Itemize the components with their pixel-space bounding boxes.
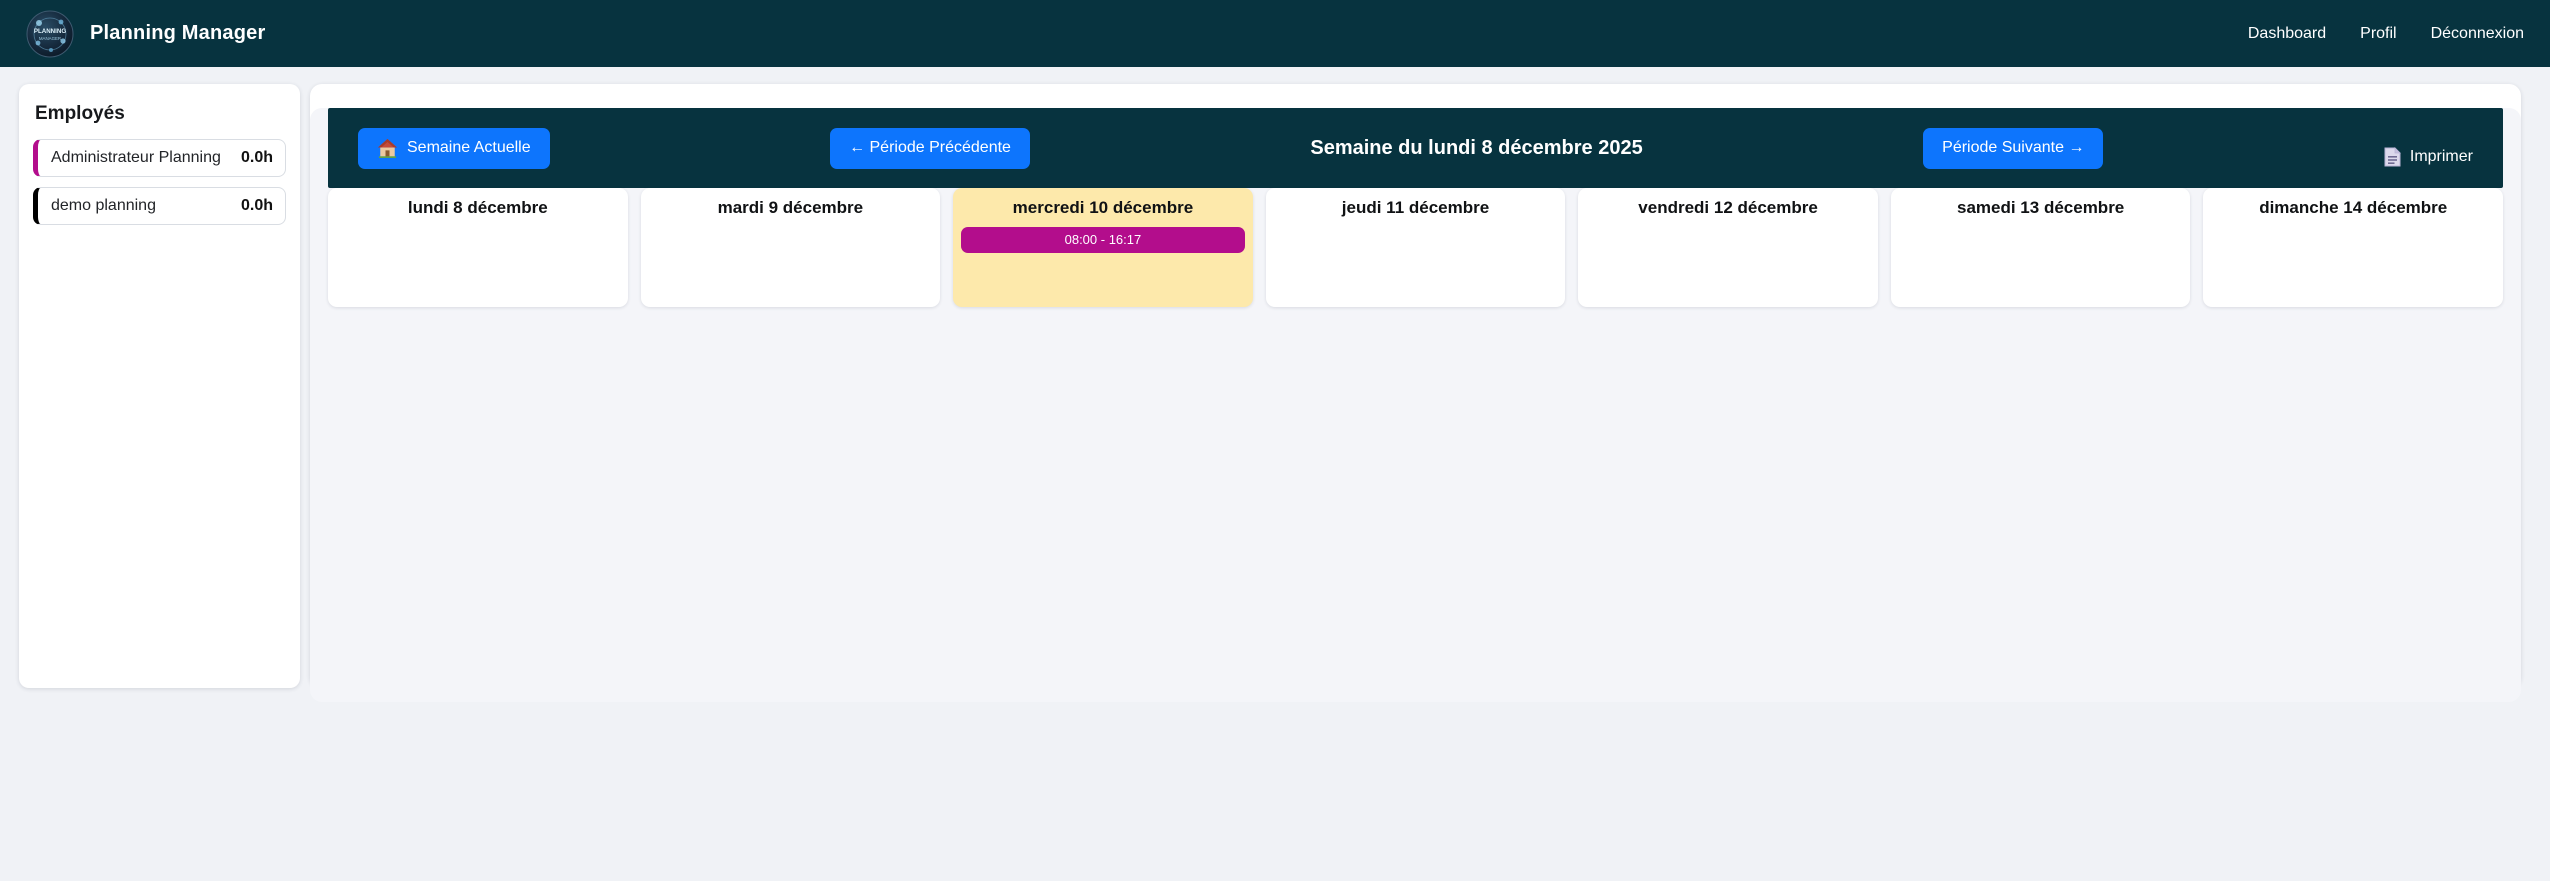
employee-item-administrateur-planning[interactable]: Administrateur Planning 0.0h: [33, 139, 286, 177]
top-navbar: PLANNING MANAGER Planning Manager Dashbo…: [0, 0, 2550, 67]
next-period-button[interactable]: Période Suivante →: [1923, 127, 2104, 169]
print-button-label: Imprimer: [2409, 148, 2473, 165]
employees-title: Employés: [35, 103, 125, 124]
day-label: mardi 9 décembre: [717, 198, 864, 217]
nav-link-dashboard[interactable]: Dashboard: [2248, 25, 2326, 43]
employee-name: demo planning: [51, 197, 156, 214]
day-label: dimanche 14 décembre: [2259, 198, 2448, 217]
svg-text:MANAGER: MANAGER: [39, 36, 61, 41]
shift-event[interactable]: 08:00 - 16:17: [961, 227, 1245, 253]
planning-panel-inner: Semaine Actuelle ← Période Précédente Se…: [310, 108, 2521, 702]
day-label: vendredi 12 décembre: [1638, 198, 1818, 217]
day-label: samedi 13 décembre: [1957, 198, 2125, 217]
content-area: Employés Administrateur Planning 0.0h de…: [19, 84, 2521, 702]
next-period-button-label: Période Suivante →: [1942, 139, 2085, 156]
day-label: mercredi 10 décembre: [1012, 198, 1194, 217]
document-icon: [2384, 147, 2401, 167]
day-column-mercredi-today[interactable]: mercredi 10 décembre 08:00 - 16:17: [953, 188, 1253, 307]
employees-sidebar: Employés Administrateur Planning 0.0h de…: [19, 84, 300, 688]
employee-hours: 0.0h: [240, 149, 273, 166]
previous-period-button[interactable]: ← Période Précédente: [830, 127, 1030, 169]
day-column-mardi[interactable]: mardi 9 décembre: [640, 188, 941, 307]
week-title: Semaine du lundi 8 décembre 2025: [1310, 136, 1643, 159]
house-icon: [377, 138, 398, 158]
day-label: lundi 8 décembre: [407, 198, 548, 217]
brand-area: PLANNING MANAGER Planning Manager: [26, 10, 265, 58]
day-column-vendredi[interactable]: vendredi 12 décembre: [1578, 188, 1878, 307]
nav-link-profil[interactable]: Profil: [2360, 25, 2396, 43]
day-column-lundi[interactable]: lundi 8 décembre: [328, 188, 628, 307]
print-button[interactable]: Imprimer: [2384, 147, 2473, 167]
day-column-dimanche[interactable]: dimanche 14 décembre: [2203, 188, 2503, 307]
employee-name: Administrateur Planning: [51, 149, 221, 166]
previous-period-button-label: ← Période Précédente: [849, 139, 1011, 156]
current-week-button-label: Semaine Actuelle: [407, 139, 531, 156]
employee-item-demo-planning[interactable]: demo planning 0.0h: [33, 187, 286, 225]
svg-text:PLANNING: PLANNING: [34, 28, 66, 35]
week-grid: lundi 8 décembre mardi 9 décembre mercre…: [328, 188, 2503, 307]
day-column-jeudi[interactable]: jeudi 11 décembre: [1265, 188, 1566, 307]
planning-manager-logo-icon: PLANNING MANAGER: [26, 10, 74, 57]
current-week-button[interactable]: Semaine Actuelle: [358, 127, 550, 169]
nav-link-deconnexion[interactable]: Déconnexion: [2431, 25, 2524, 43]
day-label: jeudi 11 décembre: [1341, 198, 1490, 217]
planning-panel: Semaine Actuelle ← Période Précédente Se…: [310, 84, 2521, 702]
app-title: Planning Manager: [90, 22, 266, 44]
calendar-header: Semaine Actuelle ← Période Précédente Se…: [328, 108, 2503, 188]
navbar-links: Dashboard Profil Déconnexion: [2248, 25, 2524, 43]
day-column-samedi[interactable]: samedi 13 décembre: [1890, 188, 2191, 307]
employee-hours: 0.0h: [240, 197, 273, 214]
